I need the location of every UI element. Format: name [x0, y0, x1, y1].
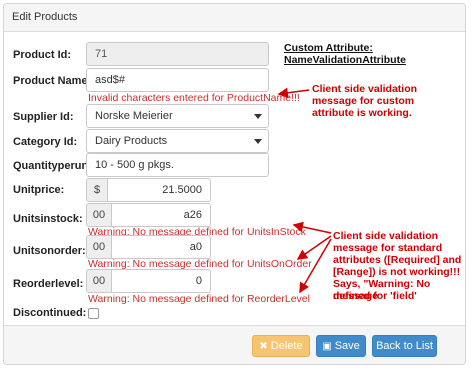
delete-button-label: Delete	[270, 340, 303, 352]
custom-note-line-2: message for custom	[312, 95, 415, 107]
quantity-per-unit-input[interactable]: 10 - 500 g pkgs.	[86, 153, 269, 177]
units-in-stock-input[interactable]: a26	[112, 203, 211, 227]
currency-addon: $	[86, 178, 108, 202]
unit-price-label: Unitprice:	[13, 184, 65, 196]
reorder-level-addon: 00	[86, 269, 112, 293]
product-id-label: Product Id:	[13, 49, 72, 61]
delete-button[interactable]: ✖ Delete	[252, 335, 310, 357]
category-id-value: Dairy Products	[95, 135, 168, 147]
standard-note-line-3: attributes ([Required] and	[333, 254, 462, 266]
custom-note-line-1: Client side validation	[312, 83, 418, 95]
product-name-input[interactable]: asd$#	[86, 68, 269, 92]
floppy-disk-icon: ▣	[322, 341, 332, 352]
units-on-order-addon: 00	[86, 235, 112, 259]
units-in-stock-addon: 00	[86, 203, 112, 227]
edit-products-panel: Edit Products Product Id: 71 Product Nam…	[3, 3, 466, 365]
custom-attribute-name: NameValidationAttribute	[284, 54, 406, 66]
back-to-list-label: Back to List	[376, 340, 433, 352]
unit-price-input[interactable]: 21.5000	[108, 178, 211, 202]
units-on-order-input[interactable]: a0	[112, 235, 211, 259]
reorder-level-input[interactable]: 0	[112, 269, 211, 293]
panel-title: Edit Products	[4, 4, 465, 32]
discontinued-label: Discontinued:	[13, 307, 87, 319]
chevron-down-icon	[254, 139, 262, 144]
save-button-label: Save	[334, 340, 360, 352]
custom-attribute-heading: Custom Attribute:	[284, 42, 373, 54]
category-id-select[interactable]: Dairy Products	[86, 129, 269, 153]
back-to-list-button[interactable]: Back to List	[372, 335, 437, 357]
category-id-label: Category Id:	[13, 136, 78, 148]
supplier-id-select[interactable]: Norske Meierier	[86, 104, 269, 128]
save-button[interactable]: ▣ Save	[316, 335, 366, 357]
standard-note-line-2: message for standard	[333, 242, 443, 254]
chevron-down-icon	[254, 114, 262, 119]
discontinued-checkbox[interactable]	[88, 308, 99, 319]
units-in-stock-label: Unitsinstock:	[13, 213, 83, 225]
x-icon: ✖	[259, 341, 268, 352]
standard-note-line-6: defined for 'field'	[333, 290, 417, 302]
supplier-id-value: Norske Meierier	[95, 110, 173, 122]
product-name-label: Product Name:	[13, 75, 92, 87]
custom-note-line-3: attribute is working.	[312, 107, 412, 119]
panel-footer: ✖ Delete ▣ Save Back to List	[4, 325, 465, 364]
product-name-error: Invalid characters entered for ProductNa…	[88, 92, 300, 104]
standard-note-line-4: [Range]) is not working!!!	[333, 266, 461, 278]
supplier-id-label: Supplier Id:	[13, 111, 74, 123]
standard-note-line-1: Client side validation	[333, 230, 439, 242]
units-on-order-label: Unitsonorder:	[13, 245, 86, 257]
product-id-field: 71	[86, 42, 269, 66]
reorder-level-warning: Warning: No message defined for ReorderL…	[88, 293, 310, 305]
reorder-level-label: Reorderlevel:	[13, 278, 84, 290]
